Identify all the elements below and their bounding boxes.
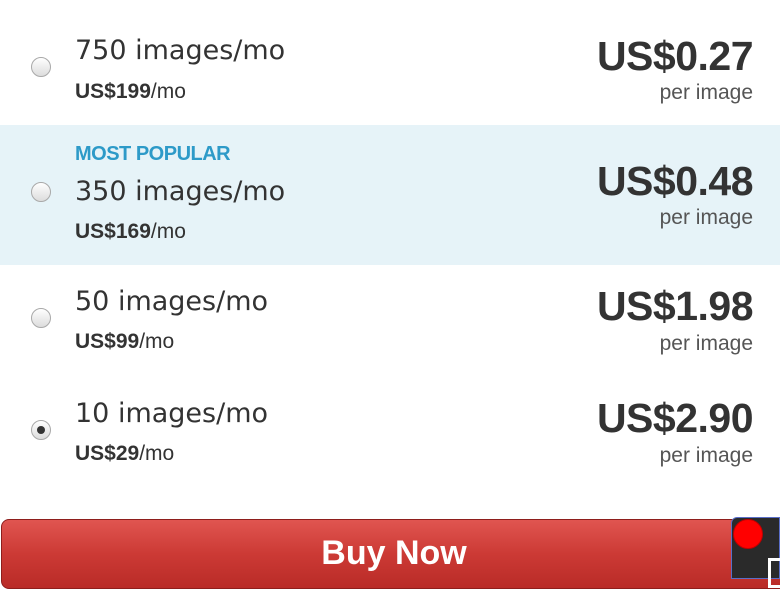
plan-unit-price: US$1.98 — [596, 283, 754, 329]
plan-option-350[interactable]: MOST POPULAR 350 images/mo US$169/mo US$… — [0, 125, 780, 265]
square-icon — [768, 558, 780, 588]
plan-quantity: 750 images/mo — [75, 35, 286, 66]
plan-per-label: per image — [659, 444, 753, 467]
plan-option-750[interactable]: 750 images/mo US$199/mo US$0.27 per imag… — [0, 0, 780, 125]
plan-per-label: per image — [659, 206, 753, 229]
monthly-price-amount: US$99 — [75, 330, 140, 353]
plan-quantity: 350 images/mo — [75, 176, 286, 207]
plan-radio-10[interactable] — [31, 420, 51, 440]
plan-option-50[interactable]: 50 images/mo US$99/mo US$1.98 per image — [0, 265, 780, 377]
plan-radio-50[interactable] — [31, 308, 51, 328]
buy-now-label: Buy Now — [321, 534, 467, 572]
monthly-price-suffix: /mo — [139, 442, 175, 465]
plan-monthly-price: US$29/mo — [75, 442, 174, 466]
monthly-price-amount: US$29 — [75, 442, 140, 465]
monthly-price-suffix: /mo — [150, 220, 186, 243]
plan-monthly-price: US$169/mo — [75, 220, 186, 244]
plan-radio-750[interactable] — [31, 57, 51, 77]
plan-radio-350[interactable] — [31, 182, 51, 202]
plan-unit-price: US$0.48 — [596, 158, 754, 204]
plan-unit-price: US$2.90 — [596, 395, 754, 441]
floating-widget[interactable] — [731, 517, 780, 588]
plan-monthly-price: US$199/mo — [75, 80, 186, 104]
plan-quantity: 10 images/mo — [75, 398, 269, 429]
plan-monthly-price: US$99/mo — [75, 330, 174, 354]
monthly-price-suffix: /mo — [150, 80, 186, 103]
plan-per-label: per image — [659, 332, 753, 355]
record-dot-icon[interactable] — [733, 519, 763, 549]
plan-option-10[interactable]: 10 images/mo US$29/mo US$2.90 per image — [0, 377, 780, 489]
monthly-price-amount: US$199 — [75, 80, 151, 103]
monthly-price-amount: US$169 — [75, 220, 151, 243]
plan-quantity: 50 images/mo — [75, 286, 269, 317]
most-popular-badge: MOST POPULAR — [75, 143, 231, 165]
plan-per-label: per image — [659, 81, 753, 104]
plan-unit-price: US$0.27 — [596, 33, 754, 79]
monthly-price-suffix: /mo — [139, 330, 175, 353]
